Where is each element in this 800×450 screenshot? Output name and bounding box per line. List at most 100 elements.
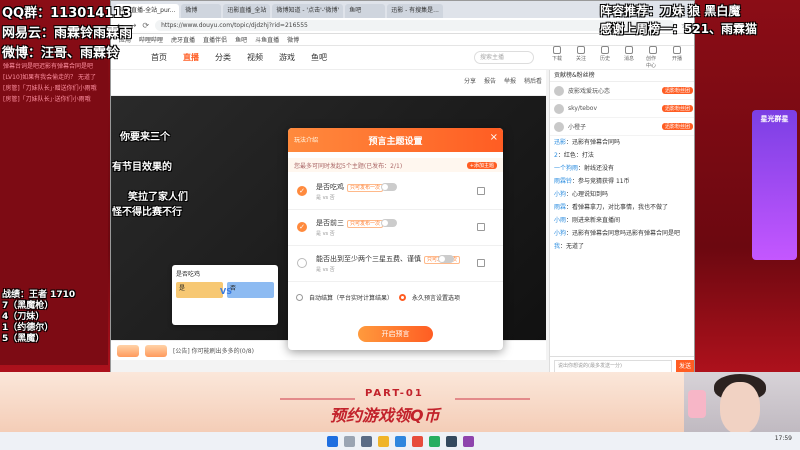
chat-header[interactable]: 贡献榜&粉丝榜: [550, 70, 694, 82]
explorer-icon[interactable]: [377, 435, 389, 447]
browser-tab[interactable]: 鱼吧: [345, 4, 386, 18]
topic-toggle[interactable]: [381, 219, 397, 227]
fan-badge: 迅影粉丝团: [661, 105, 693, 112]
overlay-bullet: 怪不得比赛不行: [112, 207, 182, 218]
taskbar-clock: 17:59: [774, 435, 792, 442]
prediction-card[interactable]: 是否吃鸡 是 否 VS: [172, 265, 278, 325]
browser-tab[interactable]: 微博知道 - '点击'-'微博': [272, 4, 344, 18]
app-icon[interactable]: [411, 435, 423, 447]
reload-icon[interactable]: ⟳: [142, 21, 149, 30]
chat-user[interactable]: 雨霖铃: [554, 178, 572, 185]
close-icon[interactable]: ×: [490, 132, 498, 143]
nav-video[interactable]: 视频: [247, 52, 263, 63]
browser-tab[interactable]: 迅影直播_全站: [223, 4, 271, 18]
overlay-bullet: 有节目效果的: [112, 162, 172, 173]
chat-user[interactable]: 雨霖: [554, 204, 566, 211]
rank-row[interactable]: sky/tebov 迅影粉丝团: [550, 100, 694, 118]
radio-auto[interactable]: [296, 293, 303, 301]
event-side-banner[interactable]: 星光群星: [752, 110, 797, 260]
gift-icon[interactable]: [145, 344, 167, 357]
header-icon-label: 开播: [671, 56, 682, 62]
nav-home[interactable]: 首页: [151, 52, 167, 63]
chat-text: 射线还没有: [584, 165, 615, 172]
nav-live[interactable]: 直播: [183, 52, 199, 63]
edit-icon[interactable]: [477, 223, 485, 231]
check-icon[interactable]: ✓: [297, 186, 307, 196]
topic-toggle[interactable]: [438, 255, 454, 263]
gift-icon[interactable]: [117, 344, 139, 357]
bookmark-item[interactable]: 鱼吧: [235, 35, 247, 44]
chat-user[interactable]: 2: [554, 152, 558, 159]
check-icon[interactable]: ✓: [297, 222, 307, 232]
topic-title: 是否吃鸡: [316, 183, 344, 191]
overlay-qq-group: QQ群：113014113: [2, 6, 132, 21]
chat-message: 雨霖：看弹幕拿刀，对比事情，我也不做了: [554, 204, 669, 211]
add-topic-button[interactable]: +添加主题: [466, 161, 497, 169]
chat-user[interactable]: 小雨: [554, 217, 566, 224]
follow-icon[interactable]: 关注: [574, 46, 588, 69]
overlay-bullet: 笑拉了家人们: [128, 192, 188, 203]
rank-row[interactable]: 小橙子 迅影粉丝团: [550, 118, 694, 136]
header-icon-label: 创作中心: [646, 56, 657, 69]
start-prediction-button[interactable]: 开启预言: [358, 326, 433, 342]
browser-tab[interactable]: 迅影 - 有搜集是...: [387, 4, 443, 18]
overlay-battle-record: 战绩：王者 1710 7（黑魔枪） 4（刀妹） 1（约德尔） 5（黑魔）: [2, 290, 75, 345]
complain-button[interactable]: 举报: [504, 76, 516, 85]
chat-message: 一个狗雨：射线还没有: [554, 165, 615, 172]
bookmark-item[interactable]: 虎牙直播: [171, 35, 195, 44]
message-icon[interactable]: 消息: [622, 46, 636, 69]
radio-manual[interactable]: [399, 293, 407, 301]
nav-game[interactable]: 游戏: [279, 52, 295, 63]
header-icon-label: 下载: [551, 56, 562, 62]
nav-category[interactable]: 分类: [215, 52, 231, 63]
chat-user[interactable]: 迅影: [554, 139, 566, 146]
edit-icon[interactable]: [477, 187, 485, 195]
chat-user[interactable]: 小狗: [554, 191, 566, 198]
broadcast-icon[interactable]: 开播: [670, 46, 684, 69]
search-input[interactable]: 搜索主播: [474, 51, 534, 64]
prediction-no[interactable]: 否: [227, 282, 274, 298]
topic-row: ✓ 是否前三 只可发布一次 是 vs 否: [288, 210, 503, 246]
prediction-yes-label: 是: [179, 285, 186, 292]
topic-options: 是 vs 否: [316, 267, 335, 273]
taskview-icon[interactable]: [360, 435, 372, 447]
obs-icon[interactable]: [445, 435, 457, 447]
check-icon[interactable]: [297, 258, 307, 268]
mode-auto-label: 自动结算（平台实时计算结果）: [309, 294, 394, 302]
chrome-icon[interactable]: [428, 435, 440, 447]
chat-user[interactable]: 一个狗雨: [554, 165, 578, 172]
edit-icon[interactable]: [477, 259, 485, 267]
rank-row[interactable]: 皮影戏爱玩心恋 迅影粉丝团: [550, 82, 694, 100]
chat-message: 小狗：迅影有弹幕会同意吗迅影有弹幕合同是吧: [554, 230, 681, 237]
chat-user[interactable]: 我: [554, 243, 560, 250]
report-button[interactable]: 报告: [484, 76, 496, 85]
header-icon-label: 关注: [575, 56, 586, 62]
prediction-yes[interactable]: 是: [176, 282, 223, 298]
search-icon[interactable]: [343, 435, 355, 447]
chat-text: 迅影有弹幕合同吗: [572, 139, 621, 146]
download-icon[interactable]: 下载: [550, 46, 564, 69]
history-icon[interactable]: 历史: [598, 46, 612, 69]
creator-icon[interactable]: 创作中心: [646, 46, 660, 69]
chat-text: 看弹幕拿刀，对比事情，我也不做了: [572, 204, 669, 211]
nav-yuba[interactable]: 鱼吧: [311, 52, 327, 63]
windows-taskbar: 17:59: [0, 432, 800, 450]
topic-toggle[interactable]: [381, 183, 397, 191]
chat-user[interactable]: 小狗: [554, 230, 566, 237]
banner-line-right: [455, 398, 530, 400]
edge-icon[interactable]: [394, 435, 406, 447]
chat-message: 雨霖铃：参与竞猜获得 11币: [554, 178, 630, 185]
bookmark-item[interactable]: 斗鱼直播: [255, 35, 279, 44]
watch-later-button[interactable]: 稍后看: [524, 76, 542, 85]
topic-title-row: 是否吃鸡 只可发布一次: [316, 174, 503, 192]
windows-start-icon[interactable]: [326, 435, 338, 447]
bookmark-item[interactable]: 直播伴侣: [203, 35, 227, 44]
bookmark-item[interactable]: 微博: [287, 35, 299, 44]
app-icon[interactable]: [462, 435, 474, 447]
browser-tab[interactable]: 微博: [181, 4, 222, 18]
url-input[interactable]: https://www.douyu.com/topic/djdzhj?rid=2…: [155, 20, 675, 31]
share-button[interactable]: 分享: [464, 76, 476, 85]
overlay-thanks: 感谢上周榜一：521、雨霖猫: [600, 22, 758, 36]
chat-text: 无道了: [566, 243, 585, 250]
bookmark-item[interactable]: 哔哩哔哩: [139, 35, 163, 44]
